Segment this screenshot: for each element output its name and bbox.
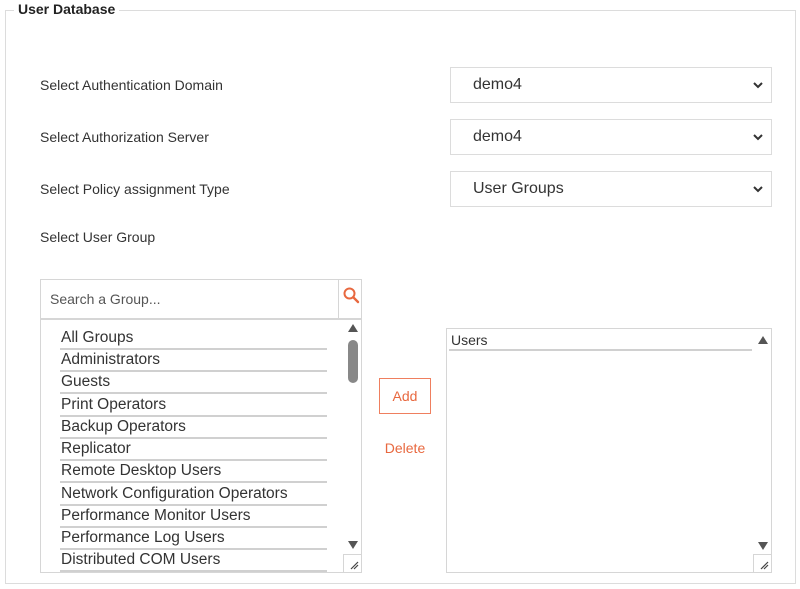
user-group-label: Select User Group [40,229,156,245]
chevron-down-icon [753,186,763,193]
resize-grip-icon[interactable] [753,554,771,572]
auth-server-select[interactable]: demo4 [450,119,772,155]
auth-server-value: demo4 [473,128,522,145]
list-item[interactable]: Administrators [60,350,327,372]
group-list-scrollbar[interactable] [345,320,361,572]
search-icon[interactable] [342,286,360,304]
auth-domain-value: demo4 [473,76,522,93]
auth-server-label: Select Authorization Server [40,129,209,145]
auth-domain-select[interactable]: demo4 [450,67,772,103]
fieldset-legend: User Database [14,1,120,17]
scroll-up-arrow-icon[interactable] [758,336,768,344]
policy-type-label: Select Policy assignment Type [40,181,230,197]
chevron-down-icon [753,134,763,141]
list-item[interactable]: Network Configuration Operators [60,484,327,506]
list-item[interactable]: Performance Log Users [60,528,327,550]
scroll-up-arrow-icon[interactable] [348,324,358,332]
auth-domain-label: Select Authentication Domain [40,77,223,93]
add-button[interactable]: Add [379,378,431,414]
policy-type-select[interactable]: User Groups [450,171,772,207]
list-item[interactable]: Performance Monitor Users [60,506,327,528]
users-list-header: Users [449,331,752,351]
search-divider [338,280,339,318]
policy-type-value: User Groups [473,180,564,197]
delete-button[interactable]: Delete [379,438,431,458]
scroll-down-arrow-icon[interactable] [758,542,768,550]
users-listbox[interactable]: Users [446,328,772,573]
users-list-scrollbar[interactable] [755,329,771,572]
list-item[interactable]: Guests [60,372,327,394]
list-item[interactable]: All Groups [60,328,327,350]
group-search [40,279,362,319]
chevron-down-icon [753,82,763,89]
group-listbox[interactable]: All Groups Administrators Guests Print O… [40,319,362,573]
group-search-input[interactable] [41,280,337,318]
list-item[interactable]: Print Operators [60,395,327,417]
list-item[interactable]: Distributed COM Users [60,550,327,572]
list-item[interactable]: Backup Operators [60,417,327,439]
scroll-down-arrow-icon[interactable] [348,541,358,549]
scroll-thumb[interactable] [348,340,358,383]
list-item[interactable]: Replicator [60,439,327,461]
list-item[interactable]: Remote Desktop Users [60,461,327,483]
resize-grip-icon[interactable] [343,554,361,572]
